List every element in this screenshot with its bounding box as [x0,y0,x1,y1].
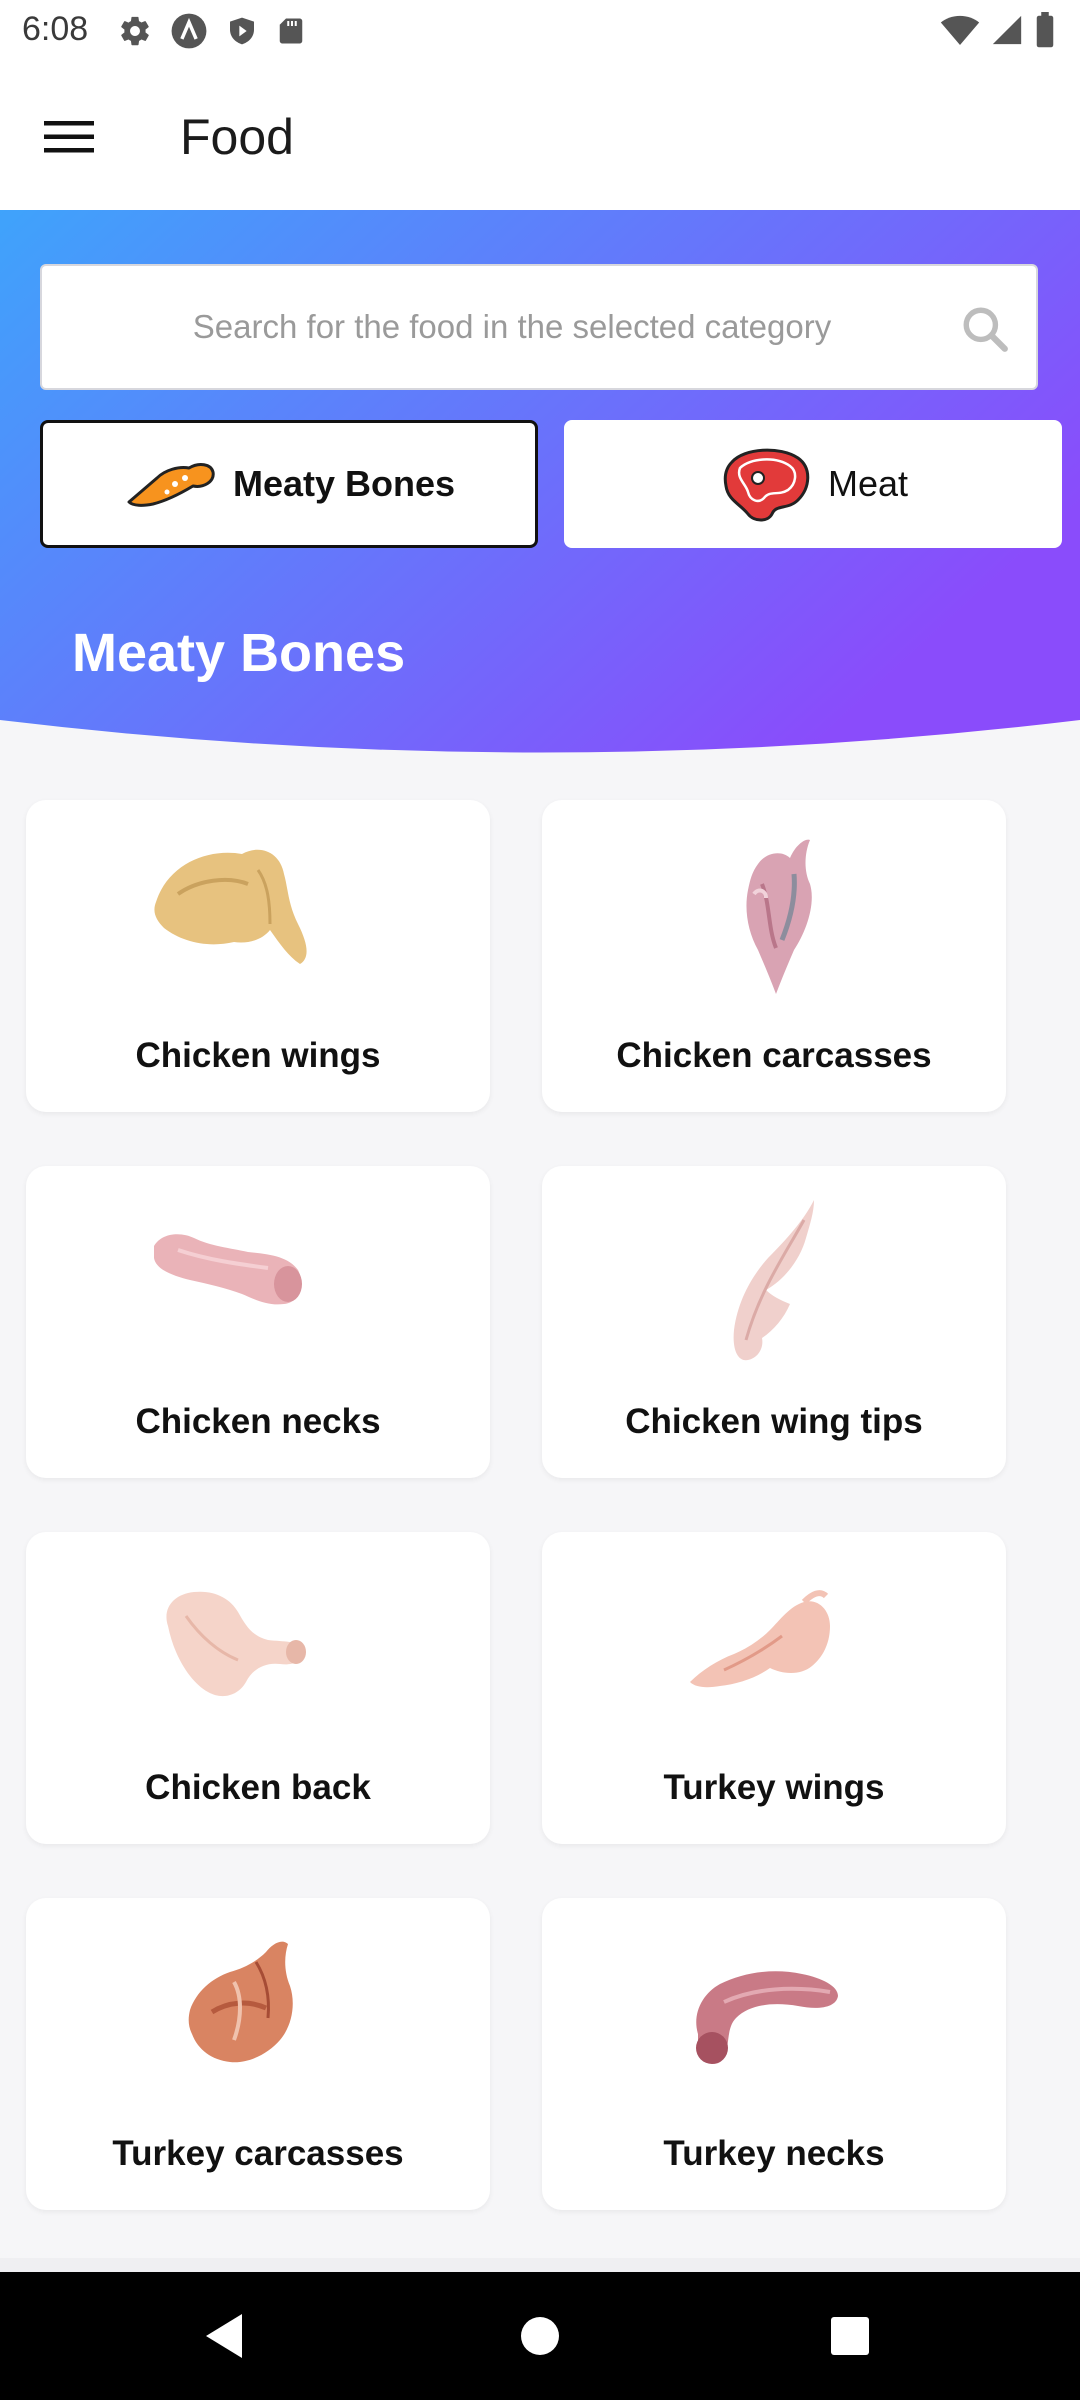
section-title: Meaty Bones [72,623,406,683]
recents-button[interactable] [818,2304,882,2368]
food-name: Turkey wings [663,1768,885,1807]
status-bar: 6:08 [0,0,1080,64]
chicken-wing-tips-image [654,1190,894,1370]
food-card-chicken-carcasses[interactable]: Chicken carcasses [542,800,1006,1112]
a-logo-icon [170,12,208,50]
category-meaty-bones-button[interactable]: Meaty Bones [40,420,538,548]
page-title: Food [180,109,294,165]
status-left-icons [118,12,306,50]
food-card-turkey-wings[interactable]: Turkey wings [542,1532,1006,1844]
wifi-icon [940,13,980,47]
category-label: Meaty Bones [232,463,456,504]
steak-icon [723,448,810,522]
home-icon [521,2317,559,2355]
food-name: Chicken back [145,1768,371,1807]
food-name: Chicken carcasses [616,1036,932,1075]
app-bar: Food [0,64,1080,210]
food-card-chicken-wing-tips[interactable]: Chicken wing tips [542,1166,1006,1478]
search-input[interactable] [42,266,942,388]
back-icon [206,2314,242,2358]
food-card-turkey-carcasses[interactable]: Turkey carcasses [26,1898,490,2210]
food-name: Turkey carcasses [112,2134,404,2173]
food-card-turkey-necks[interactable]: Turkey necks [542,1898,1006,2210]
food-name: Chicken wings [135,1036,381,1075]
system-navigation-bar [0,2272,1080,2400]
back-button[interactable] [194,2304,258,2368]
search-box [40,264,1038,390]
food-name: Chicken necks [135,1402,381,1441]
recents-icon [831,2317,869,2355]
turkey-carcasses-image [138,1922,378,2102]
menu-button[interactable] [26,104,112,170]
turkey-wings-image [654,1556,894,1736]
chicken-necks-image [138,1190,378,1370]
chicken-carcasses-image [654,824,894,1004]
battery-icon [1034,12,1056,48]
status-time: 6:08 [22,10,89,48]
food-card-chicken-necks[interactable]: Chicken necks [26,1166,490,1478]
signal-icon [990,13,1024,47]
gear-icon [118,14,152,48]
chicken-wings-image [138,824,378,1004]
food-card-chicken-back[interactable]: Chicken back [26,1532,490,1844]
food-name: Chicken wing tips [625,1402,923,1441]
shield-icon [226,14,258,48]
category-meat-button[interactable]: Meat [564,420,1062,548]
search-icon[interactable] [960,304,1010,354]
sd-card-icon [276,14,306,48]
food-card-chicken-wings[interactable]: Chicken wings [26,800,490,1112]
chicken-wing-icon [127,463,215,507]
food-name: Turkey necks [663,2134,885,2173]
turkey-necks-image [654,1922,894,2102]
hamburger-menu-icon [44,121,94,153]
list-bottom-edge [0,2258,1080,2272]
home-button[interactable] [508,2304,572,2368]
category-header: Meaty Bones Meat Meaty Bones [0,210,1080,770]
status-right-icons [940,12,1056,48]
category-label: Meat [827,463,909,504]
chicken-back-image [138,1556,378,1736]
food-screen: 6:08 Food Search for the food in the sel… [0,0,1080,2400]
